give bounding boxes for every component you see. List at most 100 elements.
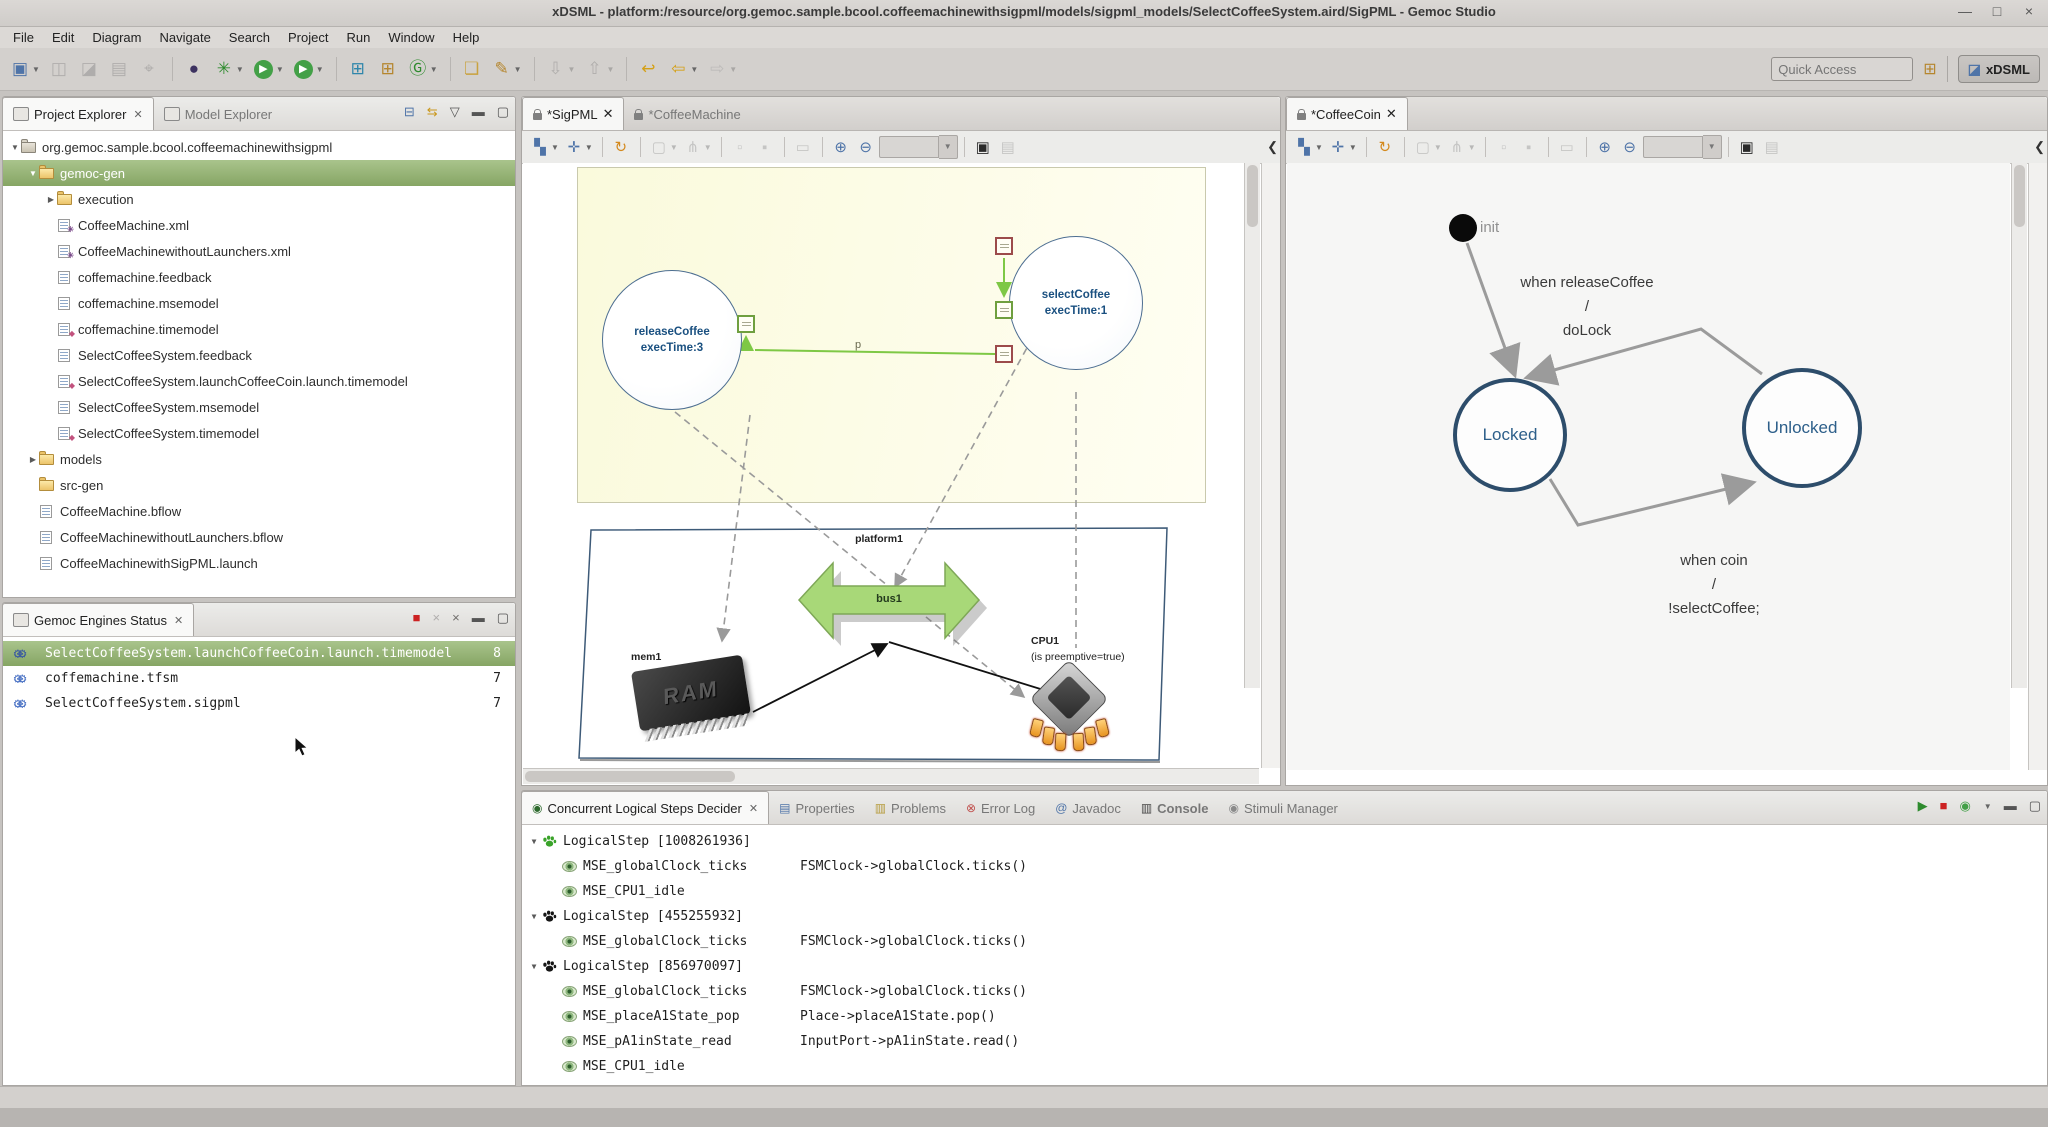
zoom-in-icon[interactable]: ⊕ <box>829 135 853 159</box>
tab-sigpml[interactable]: *SigPML ✕ <box>522 97 624 130</box>
logical-step-row[interactable]: ▼LogicalStep [455255932] <box>522 904 2047 929</box>
dropdown-caret-icon[interactable]: ▼ <box>1468 143 1476 152</box>
tab-properties[interactable]: ▤Properties <box>769 792 865 824</box>
dropdown-caret-icon[interactable]: ▼ <box>316 65 324 74</box>
open-perspective-icon[interactable]: ⊞ <box>1923 59 1936 79</box>
minimize-button[interactable]: — <box>1956 3 1974 19</box>
last-edit-location-button[interactable]: ↩ <box>634 54 662 84</box>
step-icon[interactable]: ▶ <box>1918 798 1928 814</box>
new-wizard-button[interactable]: ▣▼ <box>6 54 43 84</box>
tree-item-execution[interactable]: ▶execution <box>3 186 515 212</box>
tree-item-org-gemoc-sample-bcool-coffeemachinewithsigpml[interactable]: ▼org.gemoc.sample.bcool.coffeemachinewit… <box>3 134 515 160</box>
menu-run[interactable]: Run <box>337 28 379 47</box>
back-button[interactable]: ⇦▼ <box>664 54 701 84</box>
tree-item-coffeemachine-xml[interactable]: ✳CoffeeMachine.xml <box>3 212 515 238</box>
dropdown-caret-icon[interactable]: ▼ <box>606 65 614 74</box>
dropdown-caret-icon[interactable]: ▼ <box>1984 802 1992 811</box>
menu-navigate[interactable]: Navigate <box>150 28 219 47</box>
dropdown-caret-icon[interactable]: ▼ <box>1434 143 1442 152</box>
selection-mode-icon[interactable]: ✛▼ <box>562 135 595 159</box>
tab-engines-status[interactable]: Gemoc Engines Status ✕ <box>2 603 194 636</box>
logical-step-row[interactable]: ▼LogicalStep [1008261936] <box>522 829 2047 854</box>
engine-row[interactable]: ⚙⚙SelectCoffeeSystem.launchCoffeeCoin.la… <box>3 641 515 666</box>
quick-access-input[interactable] <box>1771 57 1913 81</box>
collapse-all-icon[interactable]: ⊟ <box>404 104 415 120</box>
engine-row[interactable]: ⚙⚙coffemachine.tfsm7 <box>3 666 515 691</box>
close-icon[interactable]: ✕ <box>133 108 142 121</box>
tree-item-coffemachine-timemodel[interactable]: ◆coffemachine.timemodel <box>3 316 515 342</box>
sigpml-canvas[interactable]: releaseCoffee execTime:3 selectCoffee ex… <box>523 163 1259 770</box>
close-icon[interactable]: ✕ <box>174 614 183 627</box>
dropdown-caret-icon[interactable]: ▼ <box>690 65 698 74</box>
tree-item-models[interactable]: ▶models <box>3 446 515 472</box>
debug-button[interactable]: ✳▼ <box>210 54 247 84</box>
close-icon[interactable]: ✕ <box>603 106 614 122</box>
tree-item-gemoc-gen[interactable]: ▼gemoc-gen <box>3 160 515 186</box>
expander-expanded-icon[interactable]: ▼ <box>528 837 540 846</box>
maximize-icon[interactable]: ▢ <box>497 610 509 626</box>
dropdown-caret-icon[interactable]: ▼ <box>568 65 576 74</box>
remove-engine-icon[interactable]: × <box>433 610 441 626</box>
input-port-selectcoffee-bottom[interactable] <box>995 345 1013 363</box>
collapsed-palette[interactable] <box>2028 163 2047 770</box>
xdsml-perspective-button[interactable]: ◪ xDSML <box>1958 55 2040 83</box>
expander-expanded-icon[interactable]: ▼ <box>9 143 21 152</box>
dropdown-caret-icon[interactable]: ▼ <box>514 65 522 74</box>
dropdown-caret-icon[interactable]: ▼ <box>585 143 593 152</box>
cpu-chip[interactable] <box>1035 671 1099 735</box>
tree-item-coffeemachinewithoutlaunchers-bflow[interactable]: CoffeeMachinewithoutLaunchers.bflow <box>3 524 515 550</box>
horizontal-scrollbar[interactable] <box>523 768 1259 784</box>
expander-expanded-icon[interactable]: ▼ <box>528 962 540 971</box>
tree-item-selectcoffeesystem-msemodel[interactable]: SelectCoffeeSystem.msemodel <box>3 394 515 420</box>
stop-icon[interactable]: ■ <box>1940 798 1948 814</box>
tab-javadoc[interactable]: @Javadoc <box>1045 792 1131 824</box>
maximize-icon[interactable]: ▢ <box>497 104 509 120</box>
dropdown-caret-icon[interactable]: ▼ <box>32 65 40 74</box>
annotate-button[interactable]: ✎▼ <box>488 54 525 84</box>
dataflow-connection[interactable] <box>746 258 1004 354</box>
output-port-releasecoffee[interactable] <box>737 315 755 333</box>
tab-concurrent-logical-steps-decider[interactable]: ◉Concurrent Logical Steps Decider✕ <box>521 791 769 824</box>
tab-problems[interactable]: ▥Problems <box>865 792 956 824</box>
menu-edit[interactable]: Edit <box>43 28 83 47</box>
mse-event-row[interactable]: MSE_CPU1_idle <box>522 1054 2047 1079</box>
tab-console[interactable]: ▥Console <box>1131 792 1219 824</box>
mse-event-row[interactable]: MSE_globalClock_ticksFSMClock->globalClo… <box>522 979 2047 1004</box>
expander-collapsed-icon[interactable]: ▶ <box>27 455 39 464</box>
run-button[interactable]: ▶▼ <box>249 54 287 84</box>
dropdown-caret-icon[interactable]: ▼ <box>670 143 678 152</box>
transition-locked-to-unlocked[interactable] <box>1550 479 1751 525</box>
logical-step-row[interactable]: ▼LogicalStep [856970097] <box>522 954 2047 979</box>
tab-coffeecoin[interactable]: *CoffeeCoin ✕ <box>1286 97 1408 130</box>
input-port-selectcoffee-mid[interactable] <box>995 301 1013 319</box>
tree-item-src-gen[interactable]: src-gen <box>3 472 515 498</box>
tree-item-coffeemachinewithoutlaunchers-xml[interactable]: ✳CoffeeMachinewithoutLaunchers.xml <box>3 238 515 264</box>
maximize-icon[interactable]: ▢ <box>2029 798 2041 814</box>
palette-toggle-icon[interactable]: ❮ <box>2034 139 2045 155</box>
selection-mode-icon[interactable]: ✛▼ <box>1326 135 1359 159</box>
mse-event-row[interactable]: MSE_pA1inState_readInputPort->pA1inState… <box>522 1029 2047 1054</box>
view-menu-icon[interactable]: ▽ <box>450 104 460 120</box>
zoom-combo-caret-icon[interactable]: ▼ <box>1703 135 1722 159</box>
menu-window[interactable]: Window <box>379 28 443 47</box>
tab-error-log[interactable]: ⊗Error Log <box>956 792 1045 824</box>
mse-event-row[interactable]: MSE_placeA1State_popPlace->placeA1State.… <box>522 1004 2047 1029</box>
input-port-selectcoffee-top[interactable] <box>995 237 1013 255</box>
gemoc-engine-button[interactable]: Ⓖ▼ <box>404 54 441 84</box>
menu-help[interactable]: Help <box>444 28 489 47</box>
menu-diagram[interactable]: Diagram <box>83 28 150 47</box>
dropdown-caret-icon[interactable]: ▼ <box>704 143 712 152</box>
zoom-level-combo[interactable] <box>879 136 939 158</box>
dropdown-caret-icon[interactable]: ▼ <box>430 65 438 74</box>
dropdown-caret-icon[interactable]: ▼ <box>551 143 559 152</box>
layout-icon[interactable]: ▚▼ <box>528 135 561 159</box>
export-image-icon[interactable]: ▣ <box>971 135 995 159</box>
tab-coffeemachine[interactable]: *CoffeeMachine <box>624 98 750 130</box>
new-gemoc-project-button[interactable]: ⊞ <box>344 54 372 84</box>
state-unlocked[interactable]: Unlocked <box>1742 368 1862 488</box>
tree-item-selectcoffeesystem-feedback[interactable]: SelectCoffeeSystem.feedback <box>3 342 515 368</box>
close-icon[interactable]: ✕ <box>1386 106 1397 122</box>
run-last-button[interactable]: ▶▼ <box>289 54 327 84</box>
coffeecoin-canvas[interactable]: init Locked Unlocked when releaseCoffee … <box>1287 163 2010 770</box>
tab-model-explorer[interactable]: Model Explorer <box>154 98 282 130</box>
